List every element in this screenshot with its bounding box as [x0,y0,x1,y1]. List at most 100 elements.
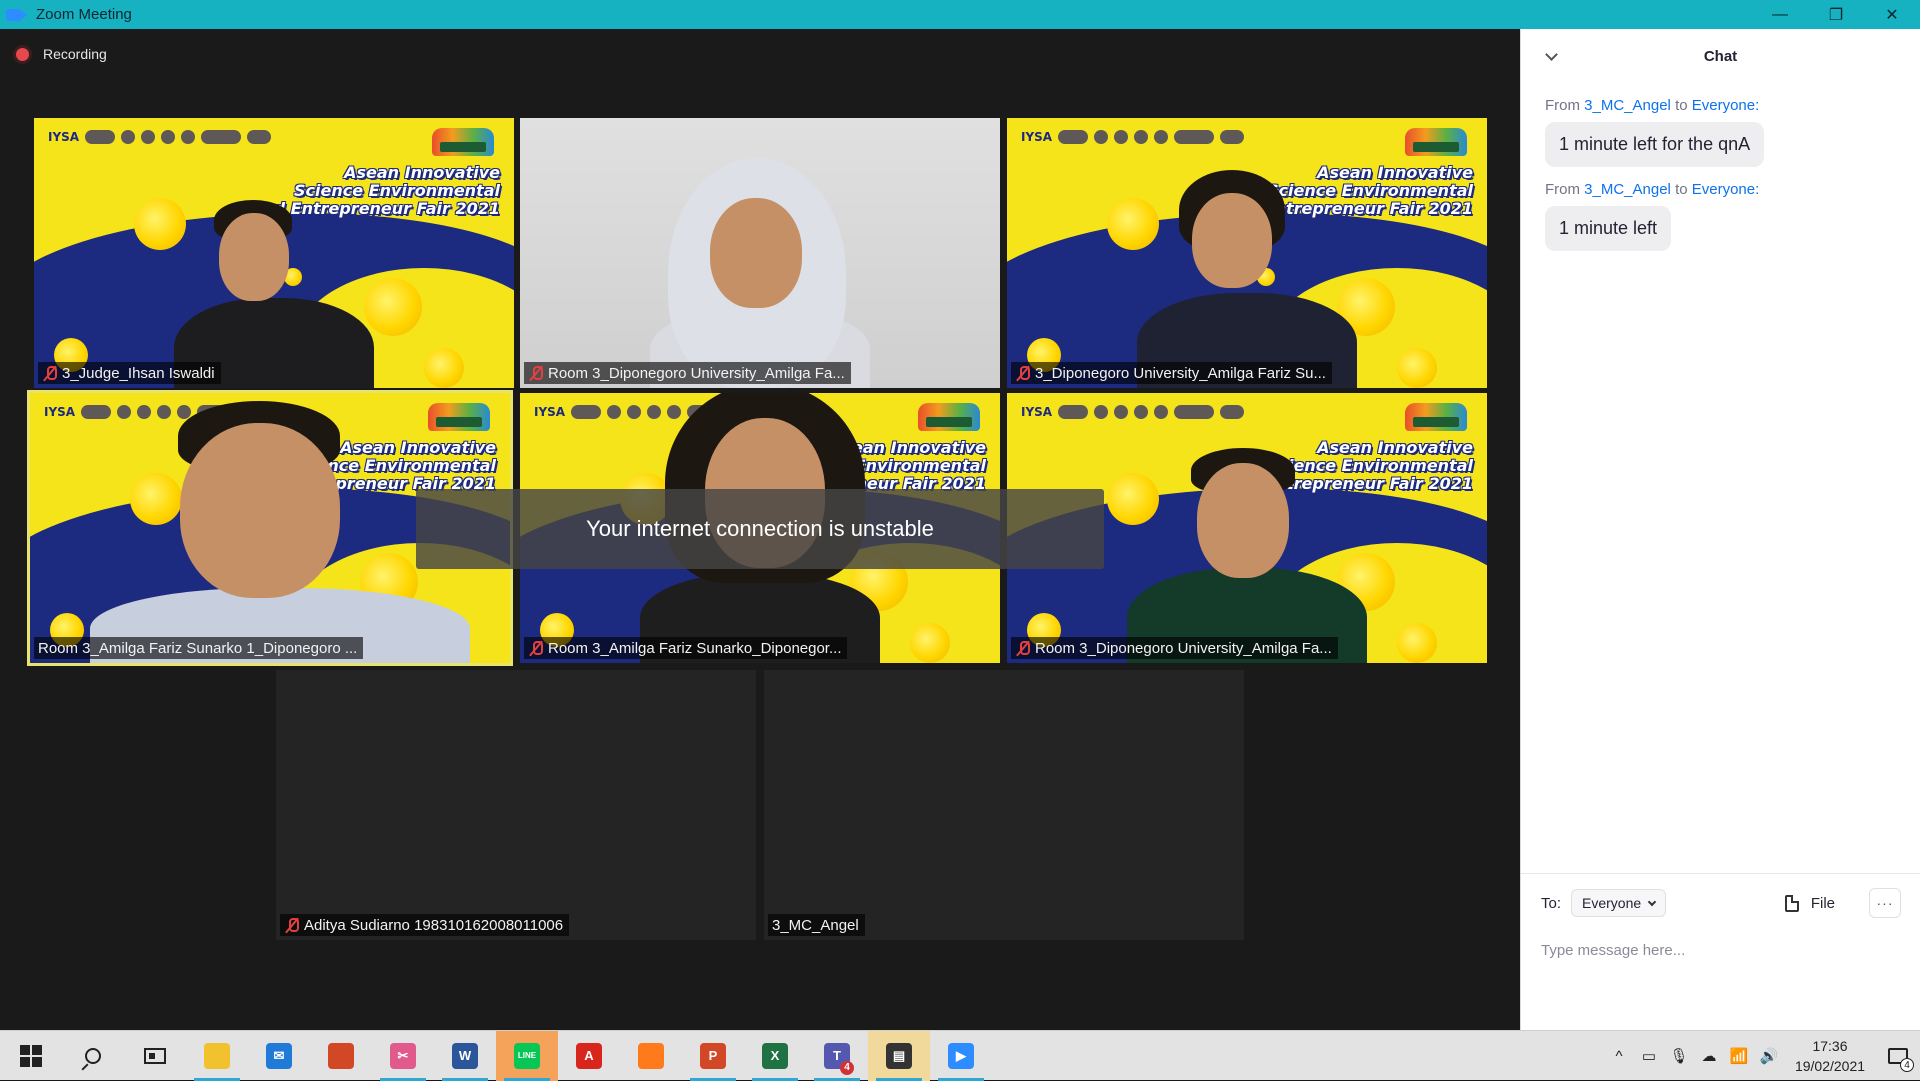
banner-org: IYSA [44,405,76,419]
recording-indicator[interactable]: Recording [16,46,107,62]
recording-dot-icon [16,47,29,61]
acrobat-icon: A [576,1042,602,1069]
to-label: To: [1541,894,1562,912]
cloud-icon[interactable]: ☁ [1694,1031,1724,1081]
decorative-sun [1397,623,1437,663]
wifi-icon[interactable]: 📶 [1724,1031,1754,1081]
participant-name-label: Room 3_Diponegoro University_Amilga Fa..… [524,362,851,384]
window-controls: — ❐ ✕ [1752,0,1920,29]
file-explorer-icon [204,1042,230,1069]
recipient-select[interactable]: Everyone [1571,889,1667,917]
notifications-button[interactable]: 4 [1876,1031,1920,1081]
chat-recipient-name[interactable]: Everyone: [1692,97,1760,114]
participant-name: 3_Diponegoro University_Amilga Fariz Su.… [1035,364,1326,382]
taskbar-acrobat-button[interactable]: A [558,1031,620,1081]
participant-name: 3_Judge_Ihsan Iswaldi [62,364,215,382]
participant-tile[interactable]: Room 3_Diponegoro University_Amilga Fa..… [520,118,1000,388]
chat-message-input[interactable] [1541,930,1901,970]
muted-microphone-icon [528,365,544,381]
chat-title: Chat [1703,47,1738,65]
word-icon: W [452,1042,478,1069]
chat-message-meta: From 3_MC_Angel to Everyone: [1545,181,1920,198]
chat-message: From 3_MC_Angel to Everyone: 1 minute lef… [1521,97,1920,167]
recipient-row: To: Everyone File ··· [1541,888,1901,918]
muted-microphone-icon [284,917,300,933]
participant-name-label: 3_Judge_Ihsan Iswaldi [38,362,221,384]
chat-from-label: From [1545,97,1580,114]
file-label: File [1810,894,1835,912]
chat-recipient-name[interactable]: Everyone: [1692,181,1760,198]
teams-icon: T4 [824,1042,854,1075]
participant-name-label: Room 3_Amilga Fariz Sunarko 1_Diponegoro… [34,637,364,659]
task-view-icon [144,1047,166,1064]
search-icon [85,1047,101,1064]
notification-count: 4 [1900,1058,1914,1072]
taskbar-books-button[interactable] [310,1031,372,1081]
taskbar-snipping-tool-button[interactable]: ✂ [372,1031,434,1081]
taskbar-video-editor-button[interactable]: ▤ [868,1030,930,1081]
chat-message-bubble[interactable]: 1 minute left for the qnA [1545,122,1765,167]
participant-tile[interactable]: IYSAAsean Innovative Science Environment… [1007,118,1487,388]
chat-sender-name[interactable]: 3_MC_Angel [1584,97,1671,114]
chat-message-bubble[interactable]: 1 minute left [1545,206,1672,251]
chat-messages: From 3_MC_Angel to Everyone: 1 minute lef… [1521,97,1920,251]
banner-org: IYSA [1021,130,1053,144]
search-button[interactable] [62,1031,124,1081]
snipping-tool-icon: ✂ [390,1042,416,1069]
clock[interactable]: 17:36 19/02/2021 [1784,1036,1876,1076]
title-bar: Zoom Meeting — ❐ ✕ [0,0,1920,29]
system-tray: ^ ▭ 🎙 ☁ 📶 🔊 17:36 19/02/2021 4 [1604,1031,1920,1081]
task-view-button[interactable] [124,1031,186,1081]
taskbar-excel-button[interactable]: X [744,1031,806,1081]
taskbar-powerpoint-button[interactable]: P [682,1031,744,1081]
event-logo [432,128,494,156]
taskbar-zoom-button[interactable]: ▶ [930,1031,992,1081]
clock-time: 17:36 [1812,1038,1848,1054]
volume-icon[interactable]: 🔊 [1754,1031,1784,1081]
taskbar-line-button[interactable]: LINE [496,1030,558,1081]
show-hidden-icons-button[interactable]: ^ [1604,1031,1634,1081]
chevron-down-icon[interactable] [1545,48,1558,61]
recipient-value: Everyone [1582,895,1642,911]
sponsor-logos: IYSA [1021,126,1245,148]
mail-icon: ✉ [266,1042,292,1069]
decorative-sun [364,278,422,336]
taskbar-word-button[interactable]: W [434,1031,496,1081]
taskbar-file-explorer-button[interactable] [186,1031,248,1081]
file-button[interactable]: File [1784,888,1835,918]
muted-microphone-icon [1015,365,1031,381]
banner-title: Asean Innovative Science Environmental a… [251,163,500,218]
zoom-icon: ▶ [948,1042,974,1069]
participant-name: Room 3_Diponegoro University_Amilga Fa..… [1035,639,1332,657]
file-icon [1784,894,1799,912]
minimize-button[interactable]: — [1752,0,1808,29]
participant-name-label: Aditya Sudiarno 198310162008011006 [280,914,570,936]
event-logo [1405,128,1467,156]
windows-taskbar: ✉ ✂ W LINE A P X T 4 ▤ ▶ ^ ▭ 🎙 ☁ 📶 🔊 17:36 19/02/2… [0,1030,1920,1081]
participant-name-label: 3_MC_Angel [768,914,865,936]
participant-tile[interactable]: IYSA Asean Innovative Science Environment… [34,118,514,388]
taskbar-mail-button[interactable]: ✉ [248,1031,310,1081]
participant-tile[interactable]: Aditya Sudiarno 198310162008011006 [276,670,756,940]
clock-date: 19/02/2021 [1794,1058,1866,1074]
powerpoint-icon: P [700,1042,726,1069]
restore-button[interactable]: ❐ [1808,0,1864,29]
battery-icon[interactable]: ▭ [1634,1031,1664,1081]
participant-tile[interactable]: 3_MC_Angel [764,670,1244,940]
decorative-sun [1397,348,1437,388]
start-button[interactable] [0,1031,62,1081]
chat-sender-name[interactable]: 3_MC_Angel [1584,181,1671,198]
microphone-icon[interactable]: 🎙 [1664,1031,1694,1081]
chat-panel: Chat From 3_MC_Angel to Everyone: 1 minut… [1520,29,1920,1030]
close-button[interactable]: ✕ [1864,0,1920,29]
taskbar-teams-button[interactable]: T4 [806,1031,868,1081]
taskbar-firefox-button[interactable] [620,1031,682,1081]
sponsor-logos: IYSA [48,126,272,148]
muted-microphone-icon [528,640,544,656]
participant-name-label: Room 3_Diponegoro University_Amilga Fa..… [1011,637,1338,659]
participant-name: Room 3_Amilga Fariz Sunarko 1_Diponegoro… [38,639,358,657]
video-editor-icon: ▤ [886,1042,912,1069]
more-options-button[interactable]: ··· [1869,888,1901,918]
connection-warning-text: Your internet connection is unstable [586,516,934,541]
chat-to-label: to [1675,97,1688,114]
